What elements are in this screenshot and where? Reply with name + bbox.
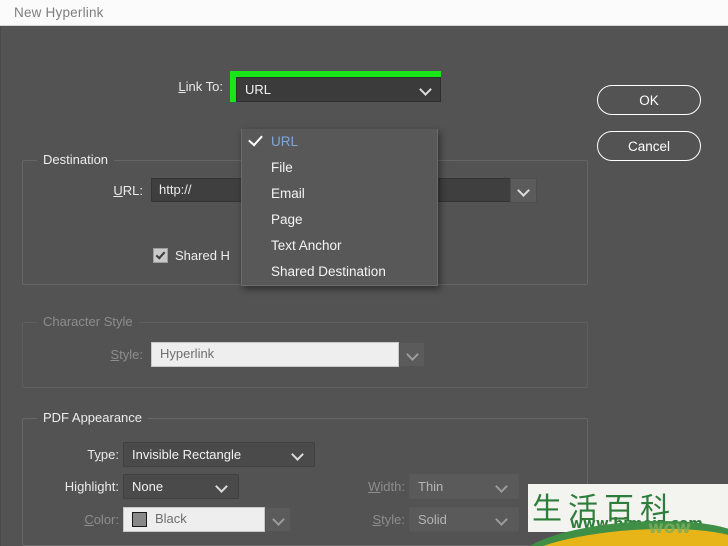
title-bar: New Hyperlink	[0, 0, 728, 26]
menu-item-file[interactable]: File	[242, 155, 437, 181]
chevron-down-icon	[215, 479, 228, 494]
type-dropdown[interactable]: Invisible Rectangle	[123, 442, 315, 467]
menu-item-label: Text Anchor	[271, 238, 342, 253]
color-swatch-icon	[132, 512, 147, 527]
highlight-label: Highlight:	[64, 479, 119, 494]
chevron-down-icon	[495, 479, 508, 494]
watermark-extra-text: wow	[648, 518, 692, 538]
link-to-label: Link To:	[178, 79, 223, 94]
menu-item-email[interactable]: Email	[242, 181, 437, 207]
highlight-dropdown[interactable]: None	[123, 474, 239, 499]
menu-item-label: URL	[271, 134, 299, 149]
color-label: Color:	[84, 512, 119, 527]
pdf-style-label: Style:	[372, 512, 405, 527]
character-style-arrow-button[interactable]	[399, 342, 425, 367]
type-value: Invisible Rectangle	[132, 447, 242, 462]
link-to-dropdown-menu[interactable]: URL File Email Page Text Anchor Shared D…	[241, 129, 438, 286]
chevron-down-icon	[406, 347, 419, 362]
new-hyperlink-dialog: Link To: URL Destination URL: http:// Sh…	[0, 26, 728, 546]
check-icon	[248, 131, 263, 147]
menu-item-shared-destination[interactable]: Shared Destination	[242, 259, 437, 285]
pdf-style-dropdown[interactable]: Solid	[409, 507, 519, 532]
link-to-dropdown[interactable]: URL	[236, 77, 441, 102]
url-value: http://	[159, 182, 192, 197]
url-label: URL:	[113, 183, 143, 198]
width-dropdown[interactable]: Thin	[409, 474, 519, 499]
menu-item-url[interactable]: URL	[242, 129, 437, 155]
character-style-label: Style:	[110, 347, 143, 362]
link-to-value: URL	[245, 82, 272, 97]
check-icon	[155, 249, 166, 260]
chevron-down-icon	[495, 512, 508, 527]
chevron-down-icon	[291, 447, 304, 462]
shared-hyperlink-label: Shared H	[175, 248, 230, 263]
width-value: Thin	[418, 479, 444, 494]
shared-hyperlink-checkbox[interactable]	[153, 248, 168, 263]
color-value: Black	[155, 511, 187, 526]
menu-item-label: Shared Destination	[271, 264, 386, 279]
character-style-value: Hyperlink	[160, 346, 215, 361]
url-history-dropdown-button[interactable]	[510, 178, 537, 203]
ok-button[interactable]: OK	[597, 85, 701, 115]
type-label: Type:	[87, 447, 119, 462]
link-to-highlight-box: URL	[230, 71, 441, 102]
chevron-down-icon	[517, 183, 530, 198]
cancel-button[interactable]: Cancel	[597, 131, 701, 161]
chevron-down-icon	[272, 512, 285, 527]
menu-item-label: Page	[271, 212, 303, 227]
character-style-legend: Character Style	[37, 314, 139, 329]
menu-item-label: Email	[271, 186, 305, 201]
menu-item-text-anchor[interactable]: Text Anchor	[242, 233, 437, 259]
color-field: Black	[123, 507, 265, 532]
pdf-appearance-legend: PDF Appearance	[37, 410, 149, 425]
menu-item-page[interactable]: Page	[242, 207, 437, 233]
color-dropdown[interactable]: Black	[123, 507, 291, 532]
character-style-field: Hyperlink	[151, 342, 399, 367]
menu-item-label: File	[271, 160, 293, 175]
character-style-dropdown[interactable]: Hyperlink	[151, 342, 425, 367]
destination-legend: Destination	[37, 152, 115, 167]
watermark: 生活百科 www.bimeiz.com wow	[528, 484, 728, 546]
window-title: New Hyperlink	[14, 5, 104, 20]
pdf-style-value: Solid	[418, 512, 447, 527]
highlight-value: None	[132, 479, 164, 494]
width-label: Width:	[368, 479, 405, 494]
color-arrow-button[interactable]	[265, 507, 291, 532]
chevron-down-icon	[419, 82, 432, 97]
